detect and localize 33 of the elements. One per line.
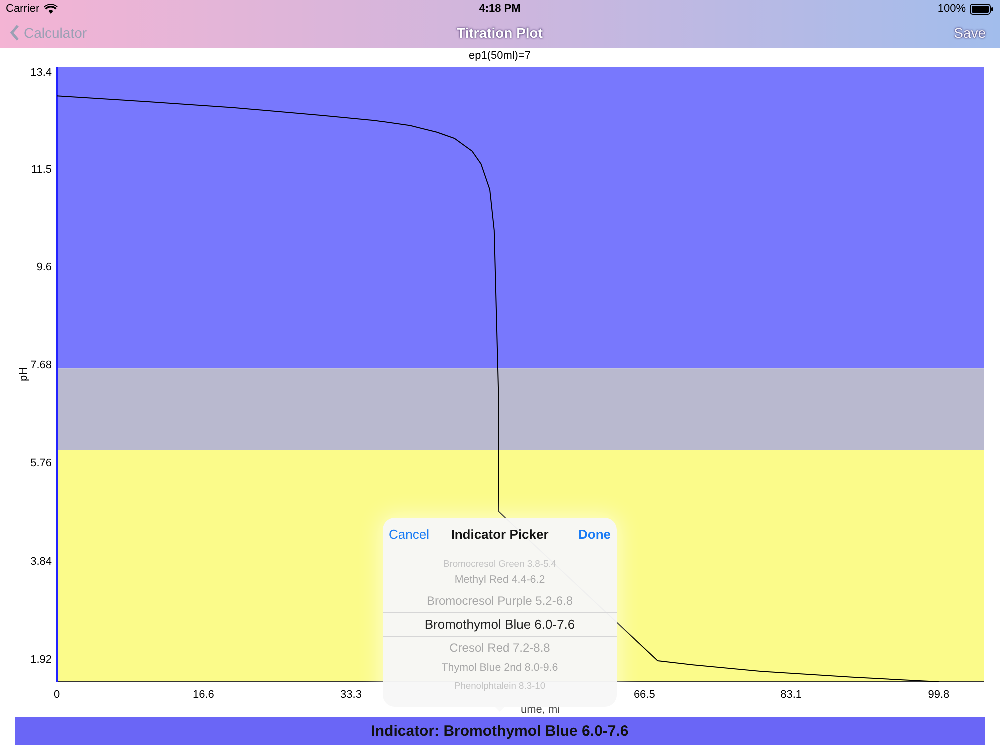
y-tick-label: 3.84 <box>30 556 52 568</box>
picker-option[interactable]: Bromocresol Purple 5.2-6.8 <box>383 590 617 612</box>
cancel-button[interactable]: Cancel <box>389 526 430 542</box>
indicator-label: Indicator: Bromothymol Blue 6.0-7.6 <box>371 722 629 740</box>
x-tick-label: 99.8 <box>928 689 950 701</box>
y-tick-label: 9.6 <box>36 261 52 274</box>
y-axis-label: pH <box>18 367 30 382</box>
done-button[interactable]: Done <box>578 526 611 542</box>
y-tick-label: 1.92 <box>30 654 52 666</box>
picker-option[interactable]: Bromothymol Blue 6.0-7.6 <box>383 612 617 638</box>
x-tick-label: 66.5 <box>634 689 656 701</box>
x-axis-label: ume, ml <box>521 704 560 716</box>
x-tick-label: 0 <box>54 689 60 701</box>
clock: 4:18 PM <box>479 3 521 15</box>
x-tick-label: 33.3 <box>340 689 362 701</box>
picker-option[interactable]: Cresol Red 7.2-8.8 <box>383 637 617 660</box>
battery-icon <box>970 4 994 14</box>
x-tick-label: 83.1 <box>780 689 802 701</box>
y-tick-label: 5.76 <box>30 458 52 470</box>
battery-percent: 100% <box>938 3 966 15</box>
y-tick-label: 13.4 <box>30 67 52 80</box>
wifi-icon <box>44 4 58 14</box>
y-tick-label: 11.5 <box>31 164 52 176</box>
carrier-label: Carrier <box>6 3 40 15</box>
x-tick-label: 16.6 <box>192 689 214 701</box>
picker-option[interactable]: Thymol Blue 2nd 8.0-9.6 <box>383 659 617 678</box>
chart-title: ep1(50ml)=7 <box>468 50 532 62</box>
picker-title: Indicator Picker <box>451 526 549 542</box>
picker-option[interactable]: Methyl Red 4.4-6.2 <box>383 571 617 590</box>
back-button[interactable]: Calculator <box>10 25 88 41</box>
nav-title: Titration Plot <box>456 25 544 41</box>
y-tick-label: 7.68 <box>30 360 52 372</box>
chevron-left-icon <box>10 25 20 41</box>
